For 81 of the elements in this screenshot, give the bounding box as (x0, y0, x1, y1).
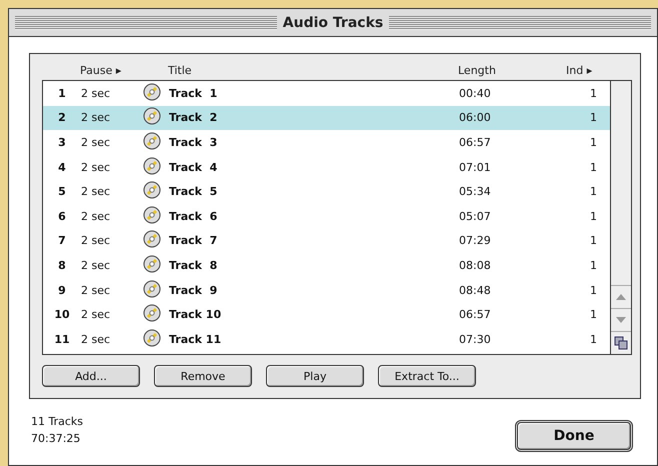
track-number: 11 (53, 332, 71, 346)
pause-cell-text: 2 sec (81, 86, 112, 100)
length-cell-text: 06:00 (459, 111, 492, 124)
cd-icon (143, 181, 161, 200)
pause-cell-text: 2 sec (81, 210, 112, 223)
pause-cell-text: 2 sec (81, 284, 112, 297)
index-cell-text: 1 (589, 210, 597, 223)
pause-cell-text: 2 sec (81, 234, 112, 248)
track-title: Track 6 (169, 210, 218, 223)
index-cell-text: 1 (589, 185, 597, 198)
index-cell-text: 1 (589, 111, 597, 124)
track-title: Track 4 (169, 160, 218, 174)
track-number: 10 (53, 308, 71, 322)
track-number: 8 (57, 258, 67, 272)
cd-icon (143, 156, 161, 175)
index-cell-text: 1 (589, 136, 597, 149)
action-button[interactable]: Remove (154, 365, 252, 387)
window-title: Audio Tracks (282, 14, 384, 30)
track-title: Track 9 (169, 284, 218, 297)
pause-cell-text: 2 sec (81, 258, 112, 272)
track-title: Track 2 (169, 111, 218, 124)
track-title: Track 5 (169, 185, 218, 198)
cd-icon (143, 82, 161, 101)
track-title: Track 11 (169, 332, 222, 346)
cd-icon (143, 328, 161, 347)
track-number: 1 (57, 86, 67, 100)
track-row[interactable]: 2 2 sec Track 2 06:00 1 (43, 106, 610, 130)
track-number: 9 (57, 284, 67, 297)
action-button[interactable]: Add... (42, 365, 140, 387)
track-number: 7 (57, 234, 67, 248)
cd-icon (143, 280, 161, 298)
track-title: Track 10 (169, 308, 222, 322)
index-cell-text: 1 (589, 284, 597, 297)
scroll-bar[interactable] (610, 81, 631, 354)
track-number: 6 (57, 210, 67, 223)
column-header[interactable]: Ind ▸ (566, 64, 616, 76)
index-cell-text: 1 (589, 258, 597, 272)
track-number: 5 (57, 185, 67, 198)
cd-icon (143, 107, 161, 126)
track-title: Track 8 (169, 258, 218, 272)
pause-cell-text: 2 sec (81, 111, 112, 124)
column-header: Length (458, 64, 497, 76)
index-cell-text: 1 (589, 86, 597, 100)
column-header: Title (168, 64, 193, 76)
length-cell-text: 05:34 (459, 185, 492, 198)
length-cell-text: 08:48 (459, 284, 492, 297)
track-title: Track 1 (169, 86, 218, 100)
length-cell-text: 06:57 (459, 308, 492, 322)
column-header[interactable]: Pause ▸ (80, 64, 168, 76)
pause-cell-text: 2 sec (81, 136, 112, 149)
cd-icon (143, 132, 161, 150)
track-number: 2 (57, 111, 67, 124)
action-button[interactable]: Extract To... (378, 365, 476, 387)
track-title: Track 3 (169, 136, 218, 149)
length-cell-text: 07:30 (459, 332, 492, 346)
length-cell-text: 06:57 (459, 136, 492, 149)
resize-icon[interactable] (614, 336, 628, 350)
cd-icon (143, 254, 161, 273)
index-cell-text: 1 (589, 234, 597, 248)
track-number: 3 (57, 136, 67, 149)
index-cell-text: 1 (589, 332, 597, 346)
length-cell-text: 00:40 (459, 86, 492, 100)
pause-cell-text: 2 sec (81, 308, 112, 322)
index-cell-text: 1 (589, 160, 597, 174)
total-length: 70:37:25 (31, 432, 82, 445)
length-cell-text: 07:01 (459, 160, 492, 174)
done-button[interactable]: Done (515, 420, 633, 452)
length-cell-text: 08:08 (459, 258, 492, 272)
cd-icon (143, 230, 161, 248)
cd-icon (143, 304, 161, 322)
action-button[interactable]: Play (266, 365, 364, 387)
length-cell-text: 05:07 (459, 210, 492, 223)
pause-cell-text: 2 sec (81, 332, 112, 346)
index-cell-text: 1 (589, 308, 597, 322)
pause-cell-text: 2 sec (81, 185, 112, 198)
track-count: 11 Tracks (31, 415, 84, 428)
track-title: Track 7 (169, 234, 218, 248)
length-cell-text: 07:29 (459, 234, 492, 248)
track-number: 4 (57, 160, 67, 174)
pause-cell-text: 2 sec (81, 160, 112, 174)
cd-icon (143, 206, 161, 224)
